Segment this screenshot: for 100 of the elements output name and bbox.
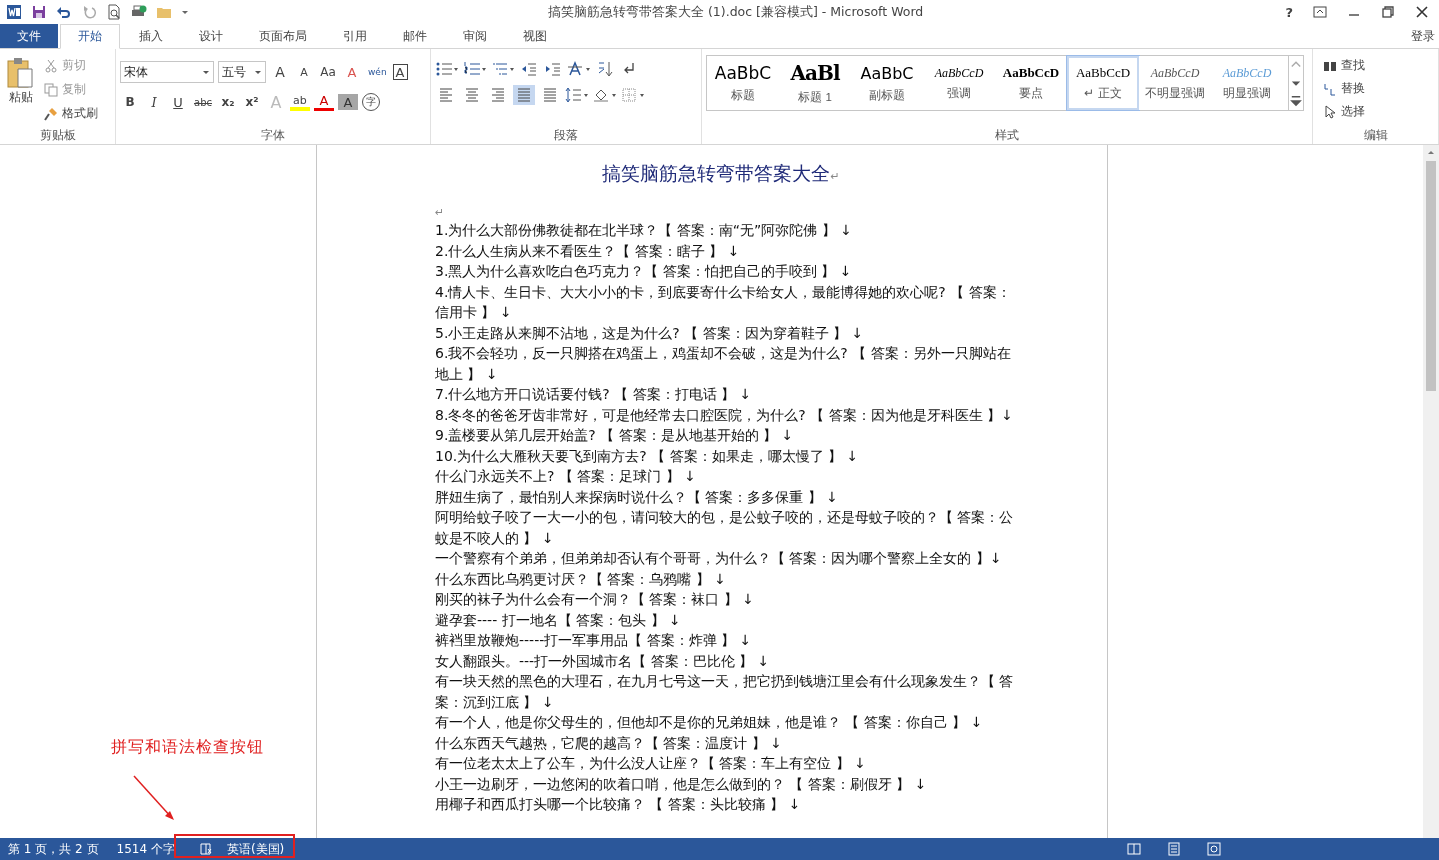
scrollbar-track[interactable]: [1423, 145, 1439, 838]
copy-icon: [44, 82, 58, 97]
web-layout-icon[interactable]: [1207, 842, 1221, 856]
phonetic-guide-button[interactable]: wén: [366, 61, 389, 83]
find-button[interactable]: 查找: [1323, 55, 1428, 76]
riddle-paragraph: 用椰子和西瓜打头哪一个比较痛？ 【 答案：头比较痛 】 ↓: [435, 795, 802, 814]
riddle-paragraph: 1.为什么大部份佛教徒都在北半球？【 答案：南“无”阿弥陀佛 】 ↓: [435, 221, 853, 240]
clipboard-icon: [6, 57, 36, 89]
font-name-field[interactable]: 宋体: [120, 61, 214, 83]
riddle-paragraph: 6.我不会轻功，反一只脚搭在鸡蛋上，鸡蛋却不会破，这是为什么? 【 答案：另外一只脚站在地上 】 ↓: [435, 344, 1012, 384]
close-icon[interactable]: [1415, 5, 1429, 19]
window-title: 搞笑脑筋急转弯带答案大全 (1).doc [兼容模式] - Microsoft Word: [547, 3, 925, 21]
ribbon-tab[interactable]: 插入: [122, 24, 180, 48]
increase-indent-icon[interactable]: [545, 61, 561, 77]
underline-button[interactable]: U: [168, 91, 188, 113]
sort-icon[interactable]: [597, 61, 613, 77]
dropdown-caret-icon: [202, 68, 210, 76]
change-case-button[interactable]: Aa: [318, 61, 338, 83]
align-icon: [542, 87, 558, 103]
scroll-up-icon[interactable]: [1427, 149, 1435, 157]
riddle-paragraph: 什么东西比乌鸦更讨厌？【 答案：乌鸦嘴 】 ↓: [435, 569, 728, 589]
ribbon-tab[interactable]: 视图: [506, 24, 564, 48]
riddle-paragraph: 小王一边刷牙，一边悠闲的吹着口哨，他是怎么做到的？ 【 答案：刷假牙 】 ↓: [435, 774, 928, 794]
font-color-button[interactable]: A: [314, 93, 334, 111]
char-border-button[interactable]: A: [392, 64, 408, 80]
ribbon-display-icon[interactable]: [1313, 5, 1327, 19]
cursor-icon: [1323, 104, 1337, 119]
shading-icon[interactable]: [593, 87, 617, 103]
clear-format-button[interactable]: A: [342, 61, 362, 83]
ribbon-tab[interactable]: 开始: [60, 24, 120, 49]
riddle-paragraph: 3.黑人为什么喜欢吃白色巧克力？【 答案：怕把自己的手咬到 】 ↓: [435, 262, 853, 281]
riddle-paragraph: 刚买的袜子为什么会有一个洞？【 答案：袜口 】 ↓: [435, 590, 756, 609]
ribbon-tab[interactable]: 审阅: [446, 24, 504, 48]
scrollbar-thumb[interactable]: [1426, 161, 1436, 391]
annotation-arrow: [132, 774, 176, 822]
bold-button[interactable]: B: [120, 91, 140, 113]
riddle-paragraph: 阿明给蚊子咬了一大一小的包，请问较大的包，是公蚊子咬的，还是母蚊子咬的？【 答案：公蚊是不咬人的 】 ↓: [435, 508, 1015, 548]
proofing-book-icon[interactable]: [198, 842, 213, 856]
italic-button[interactable]: I: [144, 91, 164, 113]
paintbrush-icon: [44, 106, 58, 121]
dropdown-caret-icon: [254, 68, 262, 76]
riddle-paragraph: 7.什么地方开口说话要付钱? 【 答案：打电话 】 ↓: [435, 385, 753, 404]
riddle-paragraph: 什么门永远关不上? 【 答案：足球门 】 ↓: [435, 467, 697, 486]
riddle-paragraph: 5.小王走路从来脚不沾地，这是为什么? 【 答案：因为穿着鞋子 】 ↓: [435, 323, 865, 343]
riddle-paragraph: 有一块天然的黑色的大理石，在九月七号这一天，把它扔到钱塘江里会有什么现象发生？【 答案：沉到江底 】 ↓: [435, 672, 1015, 712]
paste-button[interactable]: 粘贴: [4, 53, 38, 128]
ribbon-tab[interactable]: 邮件: [386, 24, 444, 48]
riddle-paragraph: 8.冬冬的爸爸牙齿非常好，可是他经常去口腔医院，为什么? 【 答案：因为他是牙科医生 】↓: [435, 405, 1014, 425]
group-label: 段落: [553, 128, 579, 142]
select-button[interactable]: 选择: [1323, 101, 1428, 122]
align-icon: [490, 87, 506, 103]
multilevel-list-icon[interactable]: [491, 61, 515, 77]
paragraph-mark: ↵: [830, 170, 840, 183]
riddle-paragraph: 裤裆里放鞭炮-----打一军事用品【 答案：炸弹 】 ↓: [435, 631, 753, 650]
decrease-indent-icon[interactable]: [521, 61, 537, 77]
ribbon-tab[interactable]: 引用: [326, 24, 384, 48]
strikethrough-button[interactable]: abc: [192, 91, 214, 113]
riddle-paragraph: 胖妞生病了，最怕别人来探病时说什么？【 答案：多多保重 】 ↓: [435, 487, 840, 507]
group-label: 编辑: [1362, 128, 1389, 142]
riddle-paragraph: 有一位老太太上了公车，为什么没人让座？【 答案：车上有空位 】 ↓: [435, 754, 868, 773]
font-size-field[interactable]: 五号: [218, 61, 266, 83]
line-spacing-icon[interactable]: [565, 87, 589, 103]
group-label: 剪贴板: [38, 128, 77, 142]
annotation-text: 拼写和语法检查按钮: [111, 737, 264, 758]
subscript-button[interactable]: x₂: [218, 91, 238, 113]
paragraph-mark: ↵: [435, 206, 446, 220]
riddle-paragraph: 9.盖楼要从第几层开始盖? 【 答案：是从地基开始的 】 ↓: [435, 426, 795, 445]
read-mode-icon[interactable]: [1127, 842, 1141, 856]
sign-in-link[interactable]: 登录: [1411, 27, 1439, 45]
scissors-icon: [44, 58, 58, 73]
page-count[interactable]: 第 1 页，共 2 页: [8, 840, 99, 858]
print-layout-icon[interactable]: [1167, 842, 1181, 856]
language-status[interactable]: 英语(美国): [226, 840, 285, 858]
char-shading-button[interactable]: A: [338, 94, 358, 110]
replace-button[interactable]: 替换: [1323, 78, 1428, 99]
file-tab[interactable]: 文件: [0, 24, 58, 48]
bullets-icon[interactable]: [435, 61, 459, 77]
ribbon-tab[interactable]: 页面布局: [242, 24, 324, 48]
restore-icon[interactable]: [1381, 5, 1395, 19]
help-button[interactable]: ?: [1285, 4, 1293, 20]
superscript-button[interactable]: x²: [242, 91, 262, 113]
group-label: 样式: [994, 128, 1020, 142]
word-logo-icon: [6, 4, 22, 20]
align-icon: [438, 87, 454, 103]
customize-caret-icon[interactable]: [181, 8, 189, 16]
numbering-icon[interactable]: [463, 61, 487, 77]
word-count[interactable]: 1514 个字: [116, 840, 175, 858]
shrink-font-button[interactable]: A: [294, 61, 314, 83]
align-icon: [516, 87, 532, 103]
grow-font-button[interactable]: A: [270, 61, 290, 83]
format-painter-button[interactable]: 格式刷: [44, 103, 98, 124]
print-preview-icon[interactable]: [106, 4, 122, 20]
riddle-paragraph: 10.为什么大雁秋天要飞到南方去? 【 答案：如果走，哪太慢了 】 ↓: [435, 446, 860, 466]
document-title: 搞笑脑筋急转弯带答案大全: [602, 163, 831, 184]
group-label: 字体: [260, 128, 286, 142]
text-direction-icon[interactable]: [567, 61, 591, 77]
style-item[interactable]: AaBbCcD ↵ 正文: [1067, 56, 1139, 110]
highlight-button[interactable]: ab: [290, 93, 310, 111]
ribbon-tab[interactable]: 设计: [182, 24, 240, 48]
save-icon[interactable]: [31, 4, 47, 20]
